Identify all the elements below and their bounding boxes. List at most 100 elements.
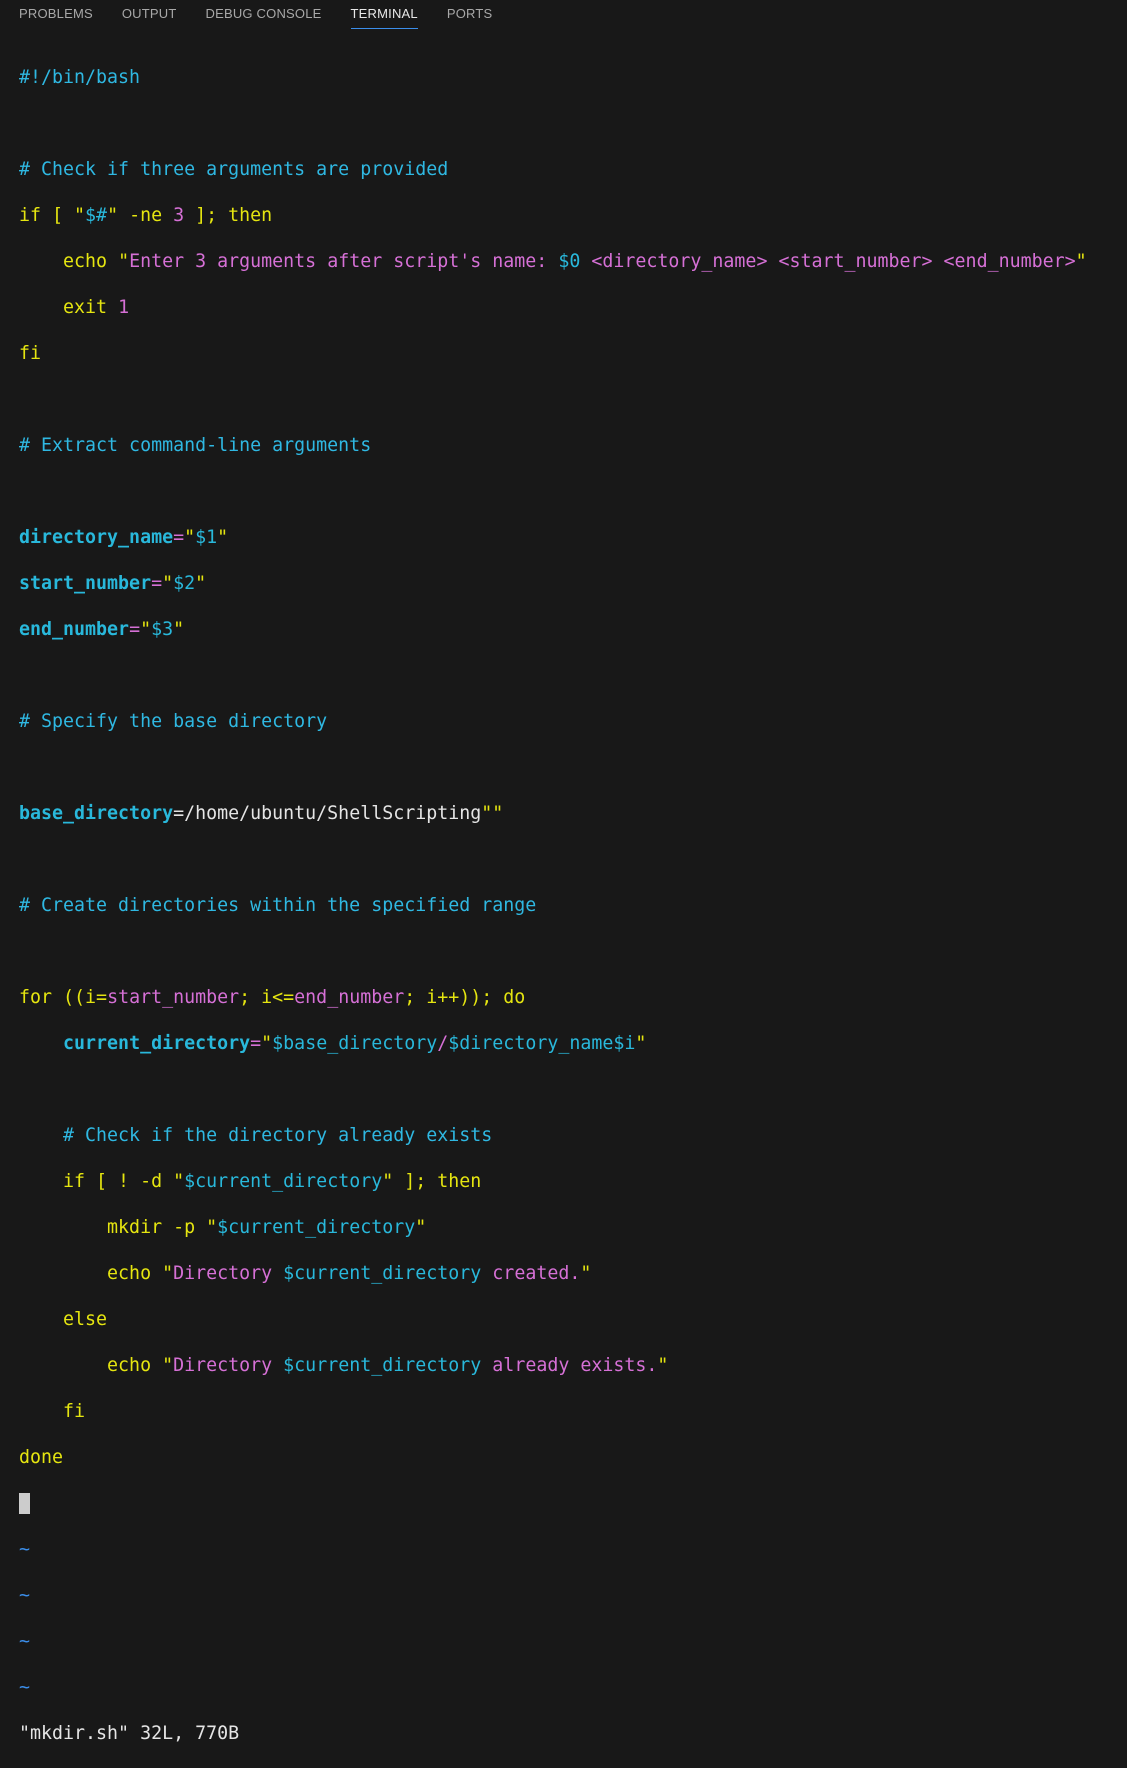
variable: $current_directory	[283, 1355, 482, 1376]
tilde-marker: ~	[19, 1677, 31, 1698]
code-line: mkdir -p "$current_directory"	[19, 1216, 1127, 1239]
comment: # Check if three arguments are provided	[19, 159, 449, 180]
number: 1	[118, 297, 130, 318]
keyword: echo	[19, 251, 119, 272]
variable: $current_directory	[217, 1217, 416, 1238]
code-line: base_directory=/home/ubuntu/ShellScripti…	[19, 802, 1127, 825]
code-line: echo "Directory $current_directory creat…	[19, 1262, 1127, 1285]
operator: =	[250, 1033, 262, 1054]
string: Directory	[173, 1263, 284, 1284]
quote: "	[173, 619, 185, 640]
quote: "	[173, 1171, 185, 1192]
quote: "	[1075, 251, 1087, 272]
keyword: for ((i=	[19, 987, 108, 1008]
code-line: for ((i=start_number; i<=end_number; i++…	[19, 986, 1127, 1009]
code-line: exit 1	[19, 296, 1127, 319]
keyword: ]; then	[184, 205, 273, 226]
text-cursor	[19, 1493, 30, 1514]
keyword: ; i<=	[239, 987, 295, 1008]
tab-problems[interactable]: PROBLEMS	[19, 0, 93, 23]
variable: base_directory	[19, 803, 174, 824]
keyword: fi	[19, 1401, 86, 1422]
code-line: current_directory="$base_directory/$dire…	[19, 1032, 1127, 1055]
quote: "	[195, 573, 207, 594]
operator: -ne	[118, 205, 174, 226]
quote: "	[140, 619, 152, 640]
keyword: ; i++)); do	[404, 987, 526, 1008]
code-line: # Check if the directory already exists	[19, 1124, 1127, 1147]
quote: "	[162, 573, 174, 594]
quote: "	[580, 1263, 592, 1284]
quote: "	[184, 527, 196, 548]
keyword: done	[19, 1447, 64, 1468]
number: 3	[173, 205, 185, 226]
tilde-marker: ~	[19, 1585, 31, 1606]
string: already exists.	[481, 1355, 658, 1376]
code-line: fi	[19, 1400, 1127, 1423]
quote: "	[162, 1263, 174, 1284]
variable: $current_directory	[283, 1263, 482, 1284]
variable: current_directory	[63, 1033, 251, 1054]
code-line: echo "Enter 3 arguments after script's n…	[19, 250, 1127, 273]
variable: $base_directory	[272, 1033, 438, 1054]
variable: start_number	[19, 573, 152, 594]
tab-terminal[interactable]: TERMINAL	[350, 0, 418, 29]
keyword: else	[19, 1309, 108, 1330]
code-line: directory_name="$1"	[19, 526, 1127, 549]
code-line: start_number="$2"	[19, 572, 1127, 595]
string: Directory	[173, 1355, 284, 1376]
string: created.	[481, 1263, 581, 1284]
empty-buffer-line: ~	[19, 1676, 1127, 1699]
cursor-line	[19, 1492, 1127, 1515]
empty-buffer-line: ~	[19, 1584, 1127, 1607]
tab-ports[interactable]: PORTS	[447, 0, 493, 23]
code-line: if [ ! -d "$current_directory" ]; then	[19, 1170, 1127, 1193]
file-status: "mkdir.sh" 32L, 770B	[19, 1723, 240, 1744]
keyword: if [	[19, 205, 75, 226]
variable: end_number	[294, 987, 405, 1008]
comment: # Specify the base directory	[19, 711, 328, 732]
variable: start_number	[107, 987, 240, 1008]
variable: $#	[85, 205, 108, 226]
variable: $1	[195, 527, 218, 548]
quote: "	[657, 1355, 669, 1376]
tilde-marker: ~	[19, 1631, 31, 1652]
string: /	[437, 1033, 449, 1054]
shebang: #!/bin/bash	[19, 67, 141, 88]
code-line: fi	[19, 342, 1127, 365]
keyword: echo	[19, 1263, 163, 1284]
keyword: exit	[19, 297, 119, 318]
code-line: done	[19, 1446, 1127, 1469]
keyword: echo	[19, 1355, 163, 1376]
terminal-editor[interactable]: #!/bin/bash # Check if three arguments a…	[19, 43, 1127, 1768]
keyword: if [ ! -d	[19, 1171, 174, 1192]
empty-buffer-line: ~	[19, 1538, 1127, 1561]
quote: "	[118, 251, 130, 272]
code-line: # Create directories within the specifie…	[19, 894, 1127, 917]
empty-buffer-line: ~	[19, 1630, 1127, 1653]
code-line: #!/bin/bash	[19, 66, 1127, 89]
variable: end_number	[19, 619, 130, 640]
code-line: else	[19, 1308, 1127, 1331]
code-line: echo " Directory $current_directory alrea…	[19, 1354, 1127, 1377]
tab-debug-console[interactable]: DEBUG CONSOLE	[206, 0, 322, 23]
variable: $i	[613, 1033, 636, 1054]
string: <directory_name> <start_number> <end_num…	[580, 251, 1076, 272]
comment: # Extract command-line arguments	[19, 435, 372, 456]
quote: "	[415, 1217, 427, 1238]
code-line: end_number="$3"	[19, 618, 1127, 641]
path-value: =/home/ubuntu/ShellScripting	[173, 803, 482, 824]
tab-output[interactable]: OUTPUT	[122, 0, 177, 23]
code-line: # Extract command-line arguments	[19, 434, 1127, 457]
tilde-marker: ~	[19, 1539, 31, 1560]
variable: $directory_name	[448, 1033, 614, 1054]
code-line: # Specify the base directory	[19, 710, 1127, 733]
keyword: fi	[19, 343, 42, 364]
quote: "	[206, 1217, 218, 1238]
